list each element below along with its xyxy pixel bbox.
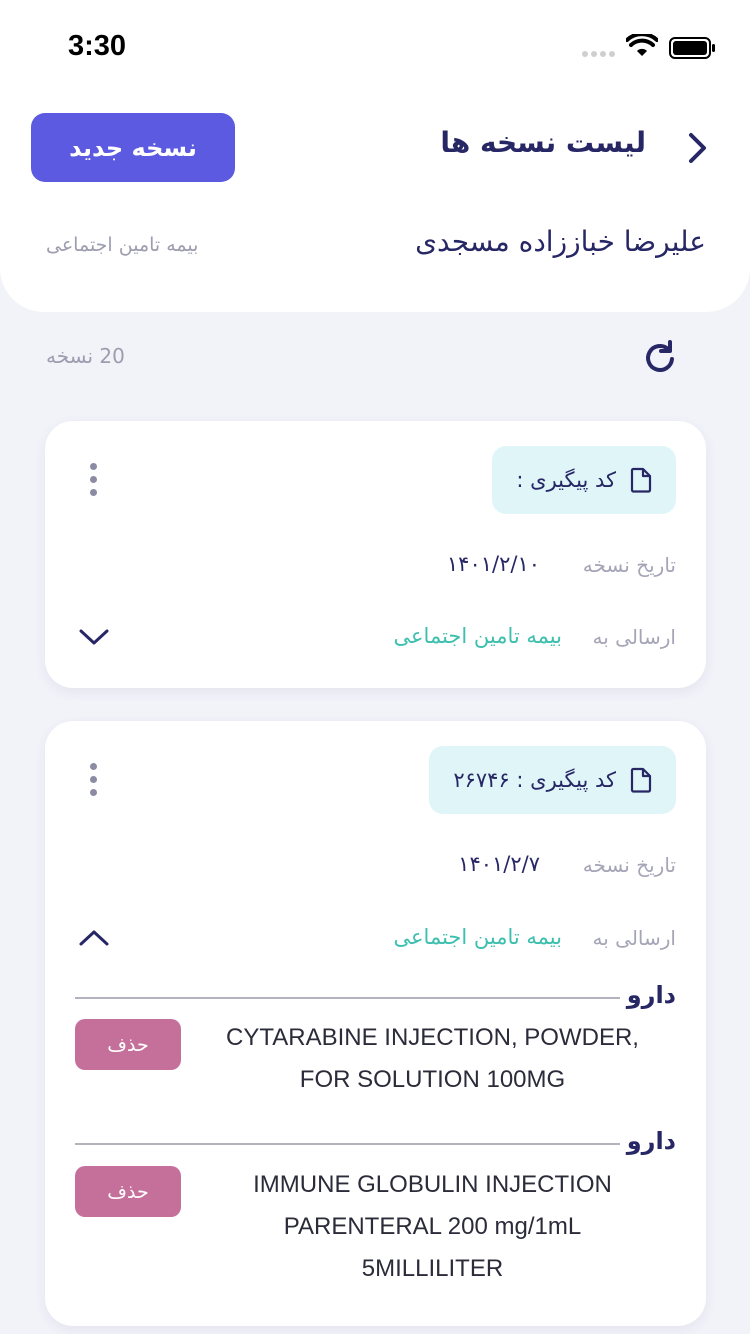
date-label: تاریخ نسخه bbox=[582, 553, 676, 577]
send-label: ارسالی به bbox=[592, 625, 676, 649]
date-value: ۱۴۰۱/۲/۷ bbox=[458, 852, 540, 876]
drug-section-label: دارو bbox=[626, 981, 676, 1009]
prescription-card[interactable]: کد پیگیری : ۲۶۷۴۶ تاریخ نسخه ۱۴۰۱/۲/۷ ار… bbox=[45, 721, 706, 1326]
drug-section-header: دارو bbox=[75, 981, 676, 1013]
cellular-signal-icon bbox=[582, 51, 616, 59]
document-icon bbox=[630, 767, 652, 793]
kebab-menu-icon[interactable] bbox=[87, 463, 99, 499]
header-card: 3:30 لیست نسخه ها نسخه جدید علیرضا خبازز… bbox=[0, 0, 750, 312]
drug-section-header: دارو bbox=[75, 1127, 676, 1159]
divider bbox=[75, 997, 620, 999]
drug-name: IMMUNE GLOBULIN INJECTION PARENTERAL 200… bbox=[253, 1171, 612, 1282]
send-value: بیمه تامین اجتماعی bbox=[393, 624, 562, 648]
battery-icon bbox=[669, 37, 715, 59]
prescription-count: 20 نسخه bbox=[46, 344, 125, 368]
status-time: 3:30 bbox=[68, 30, 127, 62]
patient-insurance: بیمه تامین اجتماعی bbox=[46, 234, 199, 256]
drug-name: CYTARABINE INJECTION, POWDER, FOR SOLUTI… bbox=[226, 1024, 639, 1093]
date-value: ۱۴۰۱/۲/۱۰ bbox=[446, 552, 540, 576]
prescription-card[interactable]: کد پیگیری : تاریخ نسخه ۱۴۰۱/۲/۱۰ ارسالی … bbox=[45, 421, 706, 688]
send-label: ارسالی به bbox=[592, 926, 676, 950]
back-chevron-icon[interactable] bbox=[680, 130, 716, 166]
drug-section-label: دارو bbox=[626, 1127, 676, 1155]
tracking-code-text: کد پیگیری : bbox=[516, 468, 616, 492]
tracking-code-text: کد پیگیری : ۲۶۷۴۶ bbox=[453, 768, 616, 792]
tracking-code-chip: کد پیگیری : bbox=[492, 446, 676, 514]
chevron-down-icon[interactable] bbox=[77, 626, 111, 648]
divider bbox=[75, 1143, 620, 1145]
refresh-icon[interactable] bbox=[641, 339, 679, 377]
page-title: لیست نسخه ها bbox=[440, 126, 646, 159]
kebab-menu-icon[interactable] bbox=[87, 763, 99, 799]
patient-name: علیرضا خباززاده مسجدی bbox=[415, 225, 706, 258]
date-label: تاریخ نسخه bbox=[582, 853, 676, 877]
new-prescription-button[interactable]: نسخه جدید bbox=[31, 113, 235, 182]
delete-drug-button[interactable]: حذف bbox=[75, 1019, 181, 1070]
delete-drug-button[interactable]: حذف bbox=[75, 1166, 181, 1217]
chevron-up-icon[interactable] bbox=[77, 927, 111, 949]
wifi-icon bbox=[626, 34, 658, 56]
tracking-code-chip: کد پیگیری : ۲۶۷۴۶ bbox=[429, 746, 676, 814]
document-icon bbox=[630, 467, 652, 493]
send-value: بیمه تامین اجتماعی bbox=[393, 925, 562, 949]
